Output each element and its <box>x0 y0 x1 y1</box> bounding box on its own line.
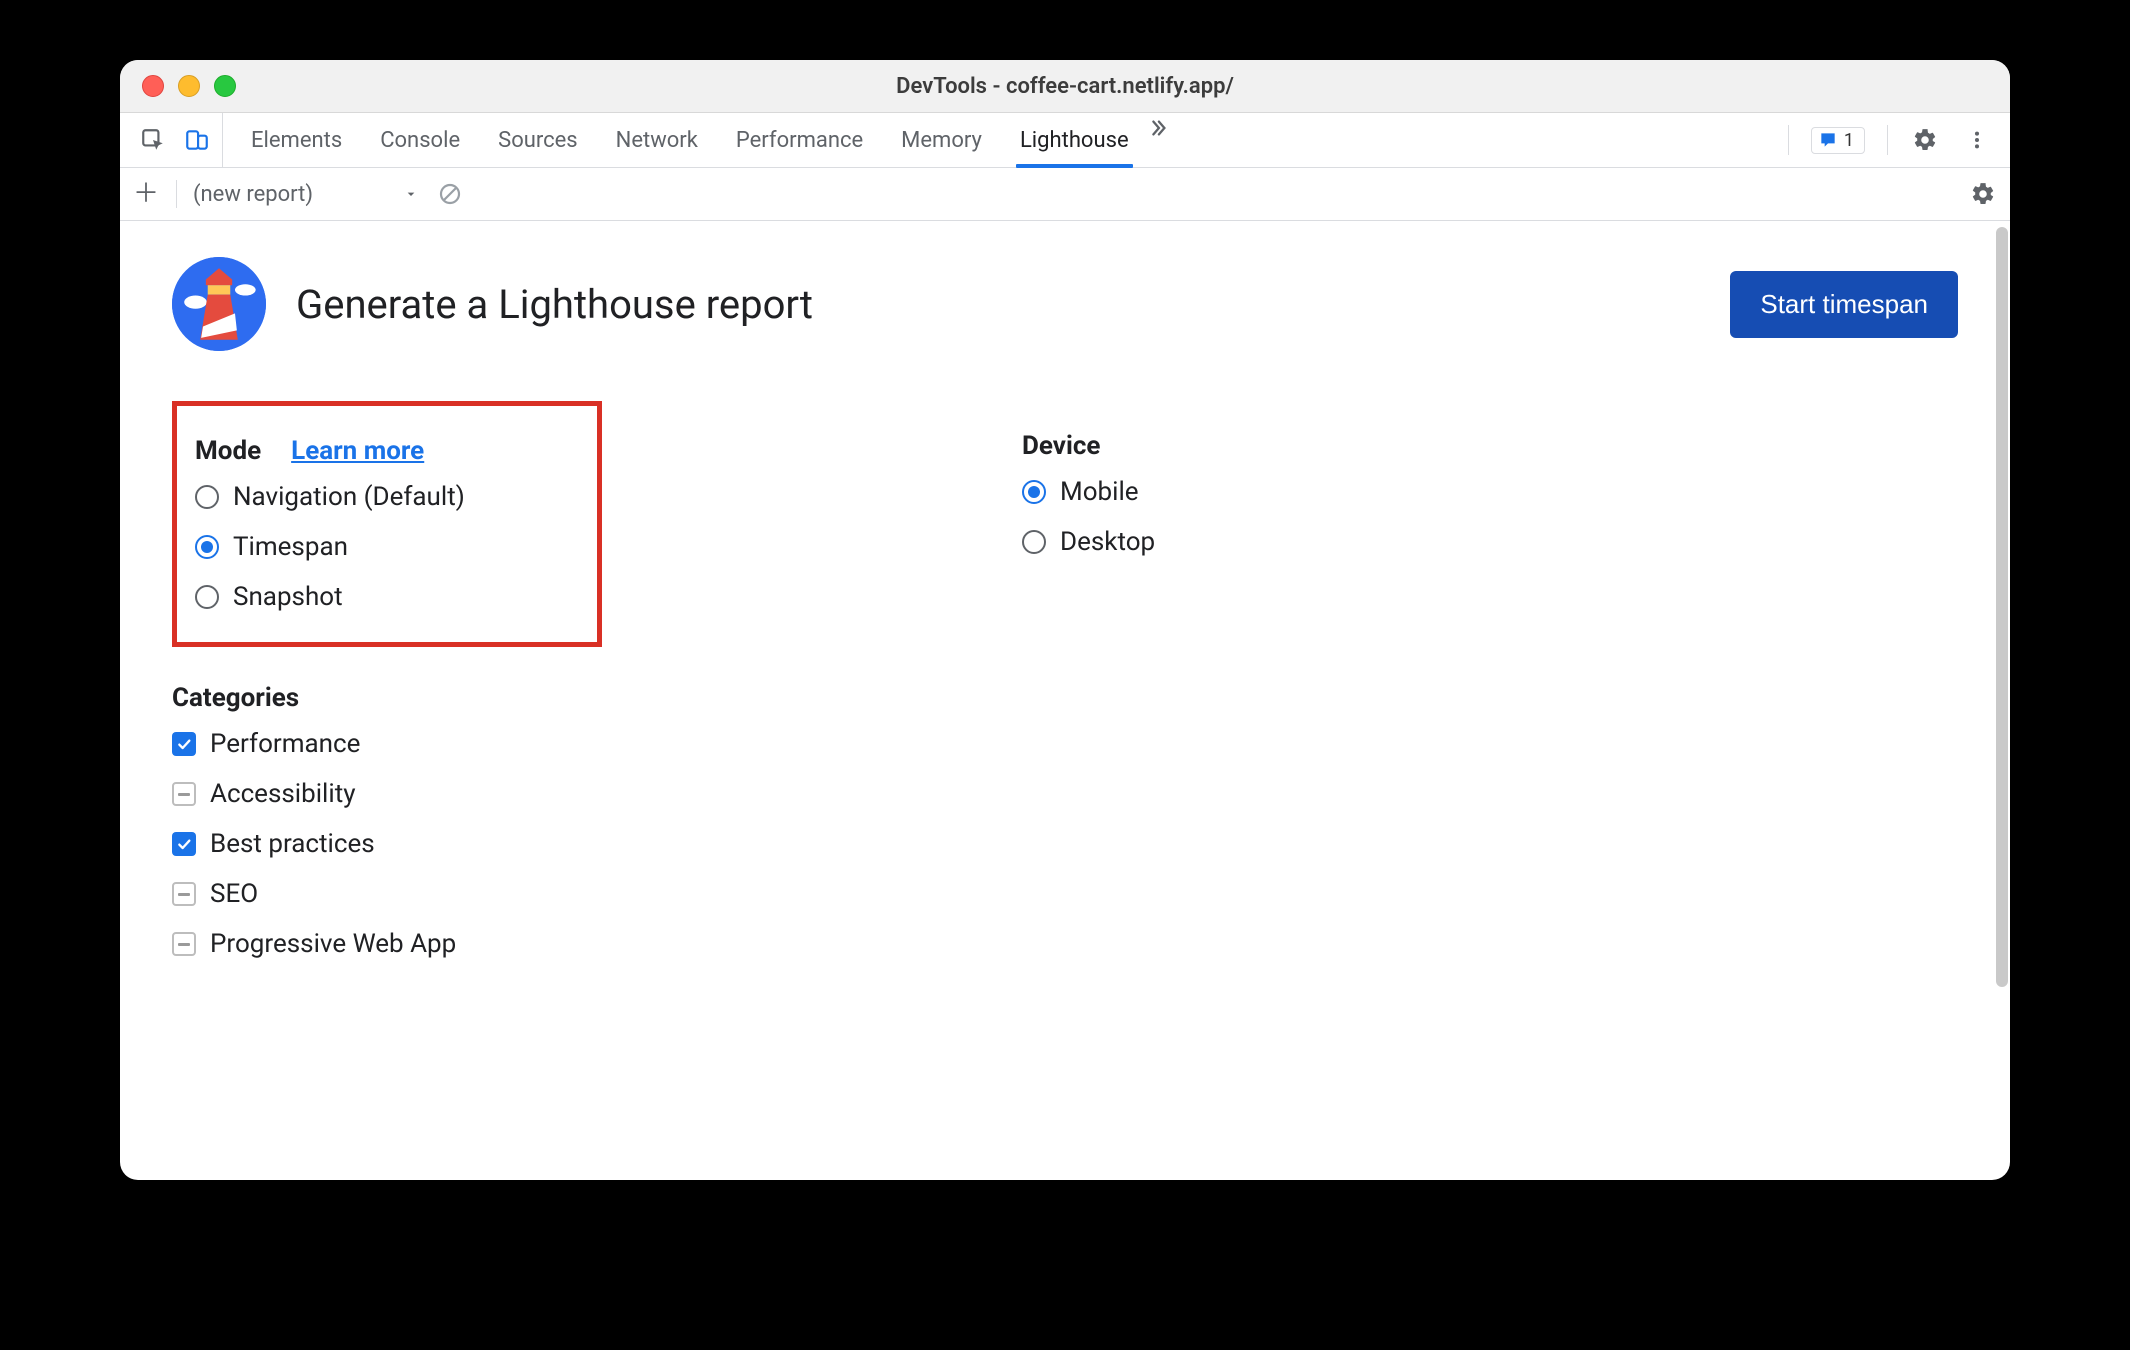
mode-option-label: Snapshot <box>233 582 343 612</box>
mode-option[interactable]: Timespan <box>195 532 587 562</box>
mode-option-label: Timespan <box>233 532 348 562</box>
inspect-element-icon[interactable] <box>138 125 168 155</box>
radio-icon <box>1022 480 1046 504</box>
device-option-label: Desktop <box>1060 527 1155 557</box>
device-heading-row: Device <box>1022 431 1155 461</box>
device-options: Mobile Desktop <box>1022 477 1155 557</box>
tabstrip-left <box>128 113 223 167</box>
lighthouse-subbar: ＋ (new report) <box>120 168 2010 221</box>
tab-console[interactable]: Console <box>380 113 460 167</box>
page-title: Generate a Lighthouse report <box>296 281 813 328</box>
mode-heading-row: Mode Learn more <box>195 436 587 466</box>
window-title: DevTools - coffee-cart.netlify.app/ <box>120 74 2010 99</box>
maximize-window-button[interactable] <box>214 75 236 97</box>
category-option-label: Accessibility <box>210 779 356 809</box>
checkbox-checked-icon <box>172 832 196 856</box>
device-toggle-icon[interactable] <box>182 125 212 155</box>
devtools-tabstrip: Elements Console Sources Network Performance… <box>120 113 2010 168</box>
options-row: Mode Learn more Navigation (Default) Time… <box>172 431 1958 647</box>
radio-icon <box>1022 530 1046 554</box>
tab-lighthouse[interactable]: Lighthouse <box>1020 113 1129 167</box>
more-tabs-icon[interactable] <box>1143 113 1173 143</box>
panel-header: Generate a Lighthouse report Start times… <box>172 257 1958 351</box>
category-option-label: Progressive Web App <box>210 929 456 959</box>
devtools-window: DevTools - coffee-cart.netlify.app/ <box>120 60 2010 1180</box>
traffic-lights <box>142 75 236 97</box>
category-option[interactable]: Accessibility <box>172 779 1958 809</box>
category-option-label: Performance <box>210 729 360 759</box>
mode-option-label: Navigation (Default) <box>233 482 465 512</box>
category-option-label: Best practices <box>210 829 375 859</box>
devtools-tabs: Elements Console Sources Network Performance… <box>251 113 1129 167</box>
tabstrip-right: 1 <box>1788 113 2002 167</box>
mode-section-highlight: Mode Learn more Navigation (Default) Time… <box>172 401 602 647</box>
category-option[interactable]: Performance <box>172 729 1958 759</box>
tab-sources[interactable]: Sources <box>498 113 578 167</box>
tab-elements[interactable]: Elements <box>251 113 342 167</box>
lighthouse-panel: Generate a Lighthouse report Start times… <box>120 221 2010 1180</box>
checkbox-indeterminate-icon <box>172 882 196 906</box>
categories-options: Performance Accessibility Best practices SE… <box>172 729 1958 959</box>
radio-icon <box>195 585 219 609</box>
minimize-window-button[interactable] <box>178 75 200 97</box>
issues-count: 1 <box>1844 130 1854 151</box>
categories-heading: Categories <box>172 683 299 713</box>
panel-settings-icon[interactable] <box>1968 179 1998 209</box>
category-option[interactable]: SEO <box>172 879 1958 909</box>
checkbox-checked-icon <box>172 732 196 756</box>
mode-option[interactable]: Snapshot <box>195 582 587 612</box>
device-option[interactable]: Desktop <box>1022 527 1155 557</box>
tab-memory[interactable]: Memory <box>901 113 982 167</box>
close-window-button[interactable] <box>142 75 164 97</box>
tab-performance[interactable]: Performance <box>736 113 863 167</box>
start-timespan-button[interactable]: Start timespan <box>1730 271 1958 338</box>
category-option[interactable]: Progressive Web App <box>172 929 1958 959</box>
titlebar: DevTools - coffee-cart.netlify.app/ <box>120 60 2010 113</box>
divider <box>1788 125 1789 155</box>
settings-icon[interactable] <box>1910 125 1940 155</box>
device-option[interactable]: Mobile <box>1022 477 1155 507</box>
divider <box>1887 125 1888 155</box>
mode-heading: Mode <box>195 436 261 466</box>
tab-network[interactable]: Network <box>616 113 698 167</box>
clear-icon[interactable] <box>435 179 465 209</box>
issues-icon <box>1818 130 1838 150</box>
new-report-icon[interactable]: ＋ <box>132 180 160 208</box>
lighthouse-logo-icon <box>172 257 266 351</box>
learn-more-link[interactable]: Learn more <box>291 436 424 466</box>
categories-section: Categories Performance Accessibility Best … <box>172 683 1958 959</box>
report-select-label: (new report) <box>193 182 313 207</box>
device-heading: Device <box>1022 431 1100 461</box>
checkbox-indeterminate-icon <box>172 932 196 956</box>
kebab-menu-icon[interactable] <box>1962 125 1992 155</box>
issues-badge[interactable]: 1 <box>1811 127 1865 154</box>
radio-icon <box>195 535 219 559</box>
device-option-label: Mobile <box>1060 477 1139 507</box>
mode-options: Navigation (Default) Timespan Snapshot <box>195 482 587 612</box>
categories-heading-row: Categories <box>172 683 1958 713</box>
category-option-label: SEO <box>210 879 258 909</box>
checkbox-indeterminate-icon <box>172 782 196 806</box>
device-section: Device Mobile Desktop <box>1022 431 1155 647</box>
mode-option[interactable]: Navigation (Default) <box>195 482 587 512</box>
chevron-down-icon <box>403 186 419 202</box>
report-select[interactable]: (new report) <box>193 182 419 207</box>
scrollbar-thumb[interactable] <box>1996 227 2008 987</box>
radio-icon <box>195 485 219 509</box>
category-option[interactable]: Best practices <box>172 829 1958 859</box>
divider <box>176 180 177 208</box>
